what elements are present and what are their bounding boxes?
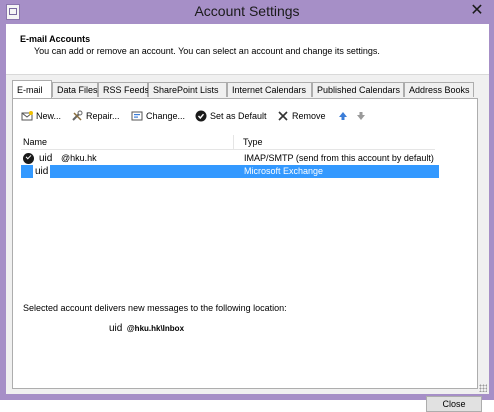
set-as-default-label: Set as Default [210,111,267,121]
account-list: Name Type uid @hku.hk IMAP/SMTP (send fr… [21,135,439,249]
repair-tools-icon [71,110,83,122]
account-name: uid [33,165,51,178]
new-button-label: New... [36,111,62,121]
header-title: E-mail Accounts [20,34,91,44]
title-bar[interactable]: Account Settings ✕ [0,0,494,24]
column-header-name[interactable]: Name [23,137,47,147]
remove-button[interactable]: Remove [277,109,326,123]
tab-internet-calendars[interactable]: Internet Calendars [227,82,312,97]
account-row-selected[interactable]: uid Microsoft Exchange [21,165,439,178]
column-divider[interactable] [233,135,234,149]
header-description: You can add or remove an account. You ca… [34,46,380,56]
dialog-body: E-mail Data Files RSS Feeds SharePoint L… [6,75,489,412]
remove-button-label: Remove [292,111,326,121]
tab-panel-email: New... Repair... Change... Set as Defaul… [12,98,478,389]
arrow-up-icon [337,110,349,122]
arrow-down-icon [355,110,367,122]
tab-address-books[interactable]: Address Books [404,82,474,97]
checkmark-circle-icon [195,110,207,122]
delivery-location: uid @hku.hk\Inbox [109,323,184,334]
delivery-user: uid [109,323,123,334]
new-mail-icon [21,110,33,122]
set-as-default-button[interactable]: Set as Default [195,109,267,123]
window-title: Account Settings [194,3,300,19]
tab-published-calendars[interactable]: Published Calendars [312,82,404,97]
move-up-button[interactable] [337,109,352,123]
tab-data-files[interactable]: Data Files [52,82,98,97]
repair-button-label: Repair... [86,111,120,121]
tab-rss-feeds[interactable]: RSS Feeds [98,82,149,97]
account-name: uid [39,153,53,164]
dialog-client: E-mail Accounts You can add or remove an… [6,24,489,412]
delivery-description: Selected account delivers new messages t… [23,303,287,313]
dialog-header: E-mail Accounts You can add or remove an… [6,24,489,75]
account-list-header: Name Type [21,135,435,150]
change-button-label: Change... [146,111,186,121]
tab-email[interactable]: E-mail [12,80,52,98]
change-button[interactable]: Change... [131,109,185,123]
window-close-icon[interactable]: ✕ [468,2,486,20]
account-row-default[interactable]: uid @hku.hk IMAP/SMTP (send from this ac… [21,152,439,165]
account-type: Microsoft Exchange [244,166,324,176]
account-type: IMAP/SMTP (send from this account by def… [244,153,434,163]
default-check-icon [23,153,34,164]
resize-grip-icon[interactable] [479,384,487,392]
remove-x-icon [277,110,289,122]
repair-button[interactable]: Repair... [71,109,120,123]
column-header-type[interactable]: Type [243,137,263,147]
close-button[interactable]: Close [426,396,482,412]
tab-sharepoint-lists[interactable]: SharePoint Lists [148,82,227,97]
account-email: @hku.hk [61,153,97,163]
move-down-button[interactable] [355,109,370,123]
change-settings-icon [131,110,143,122]
delivery-path: @hku.hk\Inbox [126,324,185,333]
new-button[interactable]: New... [21,109,61,123]
